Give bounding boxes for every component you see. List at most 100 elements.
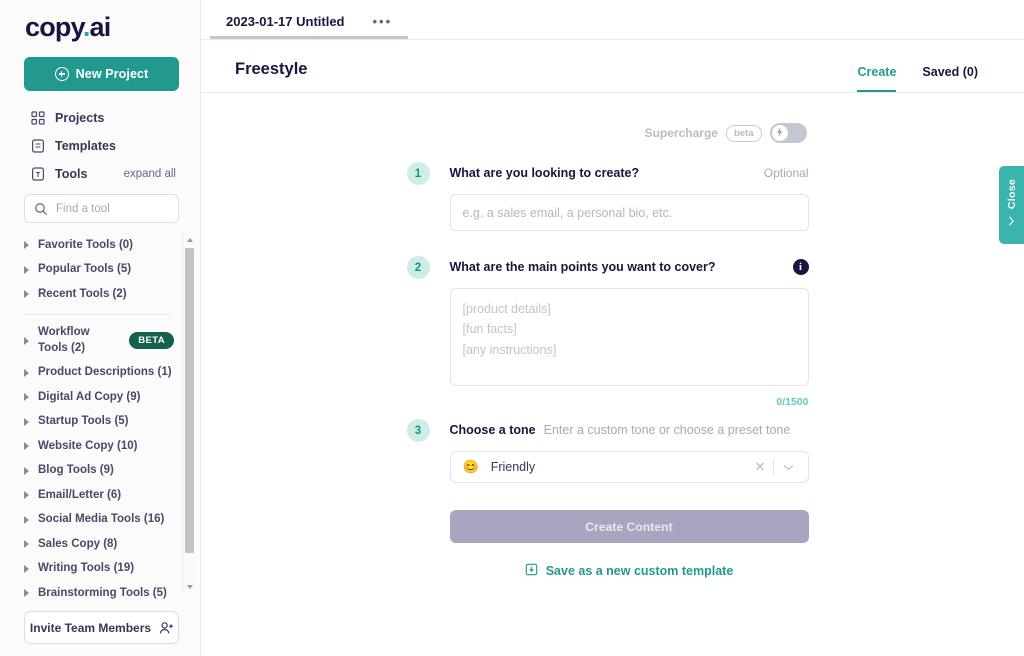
tool-group-startup-tools[interactable]: Startup Tools (5) xyxy=(24,410,174,435)
tab-create[interactable]: Create xyxy=(857,65,896,92)
user-plus-icon xyxy=(159,621,173,635)
tool-group-personal-tools[interactable]: Personal Tools (6) xyxy=(24,606,174,611)
info-icon[interactable]: i xyxy=(793,259,809,275)
tool-group-workflow[interactable]: Workflow Tools (2) BETA xyxy=(24,321,174,361)
tool-group-label: Startup Tools (5) xyxy=(38,414,129,430)
page-tabs: Create Saved (0) xyxy=(857,65,978,92)
step-3-header: Choose a tone Enter a custom tone or cho… xyxy=(450,418,809,442)
scroll-up-icon[interactable] xyxy=(183,233,196,246)
smiley-icon: 😊 xyxy=(463,459,479,475)
page-title: Freestyle xyxy=(235,60,307,92)
sidebar-item-templates-label: Templates xyxy=(55,139,116,153)
chevron-right-icon xyxy=(24,467,29,475)
supercharge-row: Supercharge beta xyxy=(407,123,807,143)
tool-group-label: Product Descriptions (1) xyxy=(38,365,172,381)
tool-group-label: Recent Tools (2) xyxy=(38,287,127,303)
invite-team-members-button[interactable]: Invite Team Members xyxy=(24,611,179,644)
tool-group-label: Brainstorming Tools (5) xyxy=(38,586,167,602)
chevron-right-icon xyxy=(24,337,29,345)
main-area: 2023-01-17 Untitled ••• Freestyle Create… xyxy=(201,0,1024,656)
step-2-header: What are the main points you want to cov… xyxy=(450,255,809,279)
step-1-question: What are you looking to create? xyxy=(450,166,640,180)
supercharge-toggle[interactable] xyxy=(770,123,807,143)
sidebar-scrollbar[interactable] xyxy=(182,233,195,593)
supercharge-label: Supercharge xyxy=(645,126,718,140)
chevron-right-icon xyxy=(24,369,29,377)
tool-group-label: Social Media Tools (16) xyxy=(38,512,164,528)
save-as-template-link[interactable]: Save as a new custom template xyxy=(450,563,809,579)
tool-group-website-copy[interactable]: Website Copy (10) xyxy=(24,434,174,459)
tool-group-label: Favorite Tools (0) xyxy=(38,238,133,254)
template-icon xyxy=(31,139,45,153)
tool-group-label: Writing Tools (19) xyxy=(38,561,134,577)
tool-group-recent[interactable]: Recent Tools (2) xyxy=(24,282,174,307)
chevron-right-icon xyxy=(24,565,29,573)
tool-group-brainstorming-tools[interactable]: Brainstorming Tools (5) xyxy=(24,581,174,606)
tool-search[interactable] xyxy=(24,194,179,223)
tone-selected-value: Friendly xyxy=(491,460,535,474)
save-template-icon xyxy=(525,563,538,579)
sidebar: copy.ai New Project Projects xyxy=(0,0,201,656)
lightning-icon xyxy=(776,124,784,142)
scroll-down-icon[interactable] xyxy=(183,580,196,593)
search-input[interactable] xyxy=(56,203,169,215)
close-panel-tab[interactable]: Close xyxy=(999,166,1024,244)
page-header: Freestyle Create Saved (0) xyxy=(201,40,1024,93)
sidebar-item-projects[interactable]: Projects xyxy=(0,104,200,132)
tools-icon: T xyxy=(31,167,45,181)
create-topic-input[interactable] xyxy=(450,194,809,231)
chevron-right-icon xyxy=(24,491,29,499)
step-2-number: 2 xyxy=(407,256,430,279)
tool-group-email-letter[interactable]: Email/Letter (6) xyxy=(24,483,174,508)
step-1-body: What are you looking to create? Optional xyxy=(450,161,809,231)
tool-group-label: Digital Ad Copy (9) xyxy=(38,390,140,406)
expand-all-button[interactable]: expand all xyxy=(124,168,176,180)
step-1: 1 What are you looking to create? Option… xyxy=(407,161,809,231)
primary-nav: Projects Templates T Tools xyxy=(0,104,200,188)
close-panel-label: Close xyxy=(1006,179,1018,209)
chevron-right-icon xyxy=(24,241,29,249)
tool-group-product-descriptions[interactable]: Product Descriptions (1) xyxy=(24,361,174,386)
tool-group-popular[interactable]: Popular Tools (5) xyxy=(24,258,174,283)
sidebar-item-tools-label: Tools xyxy=(55,167,87,181)
new-project-label: New Project xyxy=(76,67,149,81)
beta-badge: BETA xyxy=(129,332,174,349)
tab-saved[interactable]: Saved (0) xyxy=(922,65,978,92)
sidebar-item-tools[interactable]: T Tools expand all xyxy=(0,160,200,188)
step-3: 3 Choose a tone Enter a custom tone or c… xyxy=(407,418,809,579)
create-content-button[interactable]: Create Content xyxy=(450,510,809,543)
tool-group-favorite[interactable]: Favorite Tools (0) xyxy=(24,233,174,258)
svg-text:T: T xyxy=(36,172,41,179)
new-project-button[interactable]: New Project xyxy=(24,57,179,91)
content-scroll: Supercharge beta 1 xyxy=(201,93,1024,656)
step-1-number: 1 xyxy=(407,162,430,185)
chevron-right-icon xyxy=(24,266,29,274)
tool-group-digital-ad-copy[interactable]: Digital Ad Copy (9) xyxy=(24,385,174,410)
more-options-icon[interactable]: ••• xyxy=(373,14,393,29)
tone-select[interactable]: 😊 Friendly ✕ xyxy=(450,451,809,483)
save-template-label: Save as a new custom template xyxy=(546,564,734,578)
step-3-hint: Enter a custom tone or choose a preset t… xyxy=(544,423,791,437)
chevron-down-icon[interactable] xyxy=(774,458,798,476)
chevron-right-icon xyxy=(24,540,29,548)
sidebar-item-templates[interactable]: Templates xyxy=(0,132,200,160)
tool-group-social-media-tools[interactable]: Social Media Tools (16) xyxy=(24,508,174,533)
tool-group-blog-tools[interactable]: Blog Tools (9) xyxy=(24,459,174,484)
tool-group-sales-copy[interactable]: Sales Copy (8) xyxy=(24,532,174,557)
clear-tone-icon[interactable]: ✕ xyxy=(748,459,773,475)
tool-group-writing-tools[interactable]: Writing Tools (19) xyxy=(24,557,174,582)
document-tab[interactable]: 2023-01-17 Untitled ••• xyxy=(210,14,408,39)
tool-groups-top: Favorite Tools (0) Popular Tools (5) Rec… xyxy=(24,233,174,307)
invite-label: Invite Team Members xyxy=(30,621,151,635)
search-icon xyxy=(34,202,48,216)
scrollbar-thumb[interactable] xyxy=(185,248,194,553)
plus-circle-icon xyxy=(55,67,69,81)
sidebar-divider xyxy=(24,314,170,315)
chevron-right-icon xyxy=(24,393,29,401)
step-2-body: What are the main points you want to cov… xyxy=(450,255,809,408)
logo[interactable]: copy.ai xyxy=(0,0,200,53)
main-points-textarea[interactable] xyxy=(450,288,809,386)
chevron-right-icon xyxy=(24,290,29,298)
grid-icon xyxy=(31,111,45,125)
logo-dot: . xyxy=(83,12,90,42)
